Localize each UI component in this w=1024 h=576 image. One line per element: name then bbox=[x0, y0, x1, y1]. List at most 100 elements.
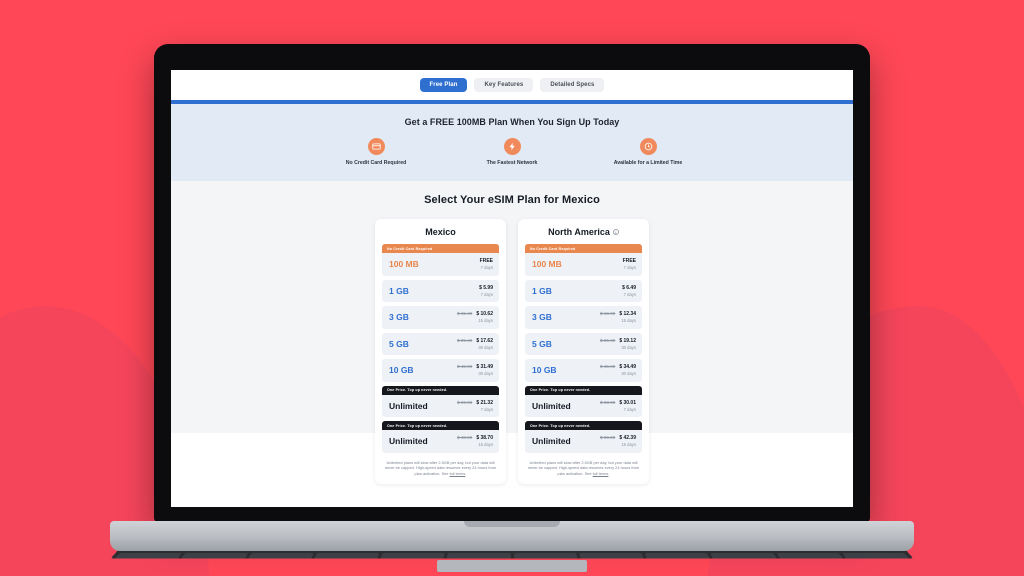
plan-row[interactable]: 5 GB $ 25.49 $ 17.62 30 days bbox=[382, 332, 499, 355]
plan-row-body[interactable]: 1 GB $ 5.99 7 days bbox=[382, 279, 499, 302]
plan-price-line: $ 45.99 $ 34.49 bbox=[600, 364, 636, 370]
full-terms-link[interactable]: full terms bbox=[450, 471, 466, 476]
plan-duration: 7 days bbox=[480, 291, 493, 297]
plan-price-block: $ 6.49 7 days bbox=[622, 285, 636, 298]
plan-row[interactable]: One Price. Top up never needed. Unlimited… bbox=[382, 385, 499, 417]
plan-data-amount: 5 GB bbox=[389, 338, 409, 349]
plan-row-body[interactable]: 1 GB $ 6.49 7 days bbox=[525, 279, 642, 302]
plan-duration: 7 days bbox=[623, 265, 636, 271]
plan-row-body[interactable]: 5 GB $ 25.49 $ 17.62 30 days bbox=[382, 332, 499, 355]
plan-card-title: Mexico bbox=[382, 227, 499, 237]
plan-price-line: $ 25.49 $ 17.62 bbox=[457, 338, 493, 344]
plan-row[interactable]: One Price. Top up never needed. Unlimited… bbox=[525, 385, 642, 417]
disclaimer-text-end: . bbox=[465, 471, 467, 477]
plan-row-body[interactable]: Unlimited $ 48.99 $ 38.70 15 days bbox=[382, 430, 499, 453]
promo-item-label: Available for a Limited Time bbox=[613, 160, 683, 166]
plan-row-body[interactable]: 100 MB FREE 7 days bbox=[382, 253, 499, 276]
tab-free-plan[interactable]: Free Plan bbox=[419, 78, 468, 92]
plan-price-line: $ 45.99 $ 31.49 bbox=[457, 364, 493, 370]
keyboard-key bbox=[644, 553, 711, 559]
plan-price-original: $ 33.99 bbox=[599, 399, 616, 405]
plan-price-block: $ 59.99 $ 42.39 15 days bbox=[600, 435, 636, 448]
plan-duration: 15 days bbox=[621, 442, 636, 448]
plan-duration: 7 days bbox=[480, 265, 493, 271]
plan-duration: 30 days bbox=[621, 344, 636, 350]
plan-data-amount: 3 GB bbox=[389, 312, 409, 323]
plan-price-current: $ 21.32 bbox=[476, 399, 493, 406]
plan-price-original: $ 59.99 bbox=[599, 435, 616, 440]
plan-data-amount: 10 GB bbox=[389, 365, 414, 376]
plan-row-body[interactable]: Unlimited $ 26.99 $ 21.32 7 days bbox=[382, 394, 499, 417]
lightning-bolt-icon bbox=[503, 138, 521, 155]
full-terms-link[interactable]: full terms bbox=[593, 471, 609, 476]
plan-price-original: $ 45.99 bbox=[599, 364, 616, 369]
plan-duration: 30 days bbox=[478, 371, 493, 377]
plan-price-block: FREE 7 days bbox=[480, 258, 493, 271]
plan-data-amount: Unlimited bbox=[532, 400, 571, 411]
plan-price-original: $ 45.99 bbox=[456, 364, 473, 369]
disclaimer-text: Unlimited plans will slow after 2.5GB pe… bbox=[527, 459, 640, 477]
plan-price-block: FREE 7 days bbox=[623, 258, 636, 271]
plan-row[interactable]: 10 GB $ 45.99 $ 31.49 30 days bbox=[382, 359, 499, 382]
plan-row[interactable]: 5 GB $ 25.49 $ 19.12 30 days bbox=[525, 332, 642, 355]
plan-price-block: $ 25.49 $ 19.12 30 days bbox=[600, 338, 636, 351]
plan-price-original: $ 25.49 bbox=[456, 337, 473, 343]
page-title: Select Your eSIM Plan for Mexico bbox=[424, 194, 600, 206]
plan-duration: 15 days bbox=[478, 442, 493, 448]
clock-icon bbox=[639, 138, 657, 155]
plan-row[interactable]: One Price. Top up never needed. Unlimited… bbox=[382, 421, 499, 453]
plan-row-body[interactable]: 3 GB $ 15.49 $ 10.62 15 days bbox=[382, 306, 499, 329]
plan-row[interactable]: 10 GB $ 45.99 $ 34.49 30 days bbox=[525, 359, 642, 382]
plan-row[interactable]: 1 GB $ 5.99 7 days bbox=[382, 279, 499, 302]
plan-price-block: $ 15.49 $ 10.62 15 days bbox=[457, 311, 493, 324]
promo-item-label: No Credit Card Required bbox=[345, 160, 407, 166]
plan-price-block: $ 33.99 $ 30.01 7 days bbox=[600, 400, 636, 413]
plan-card-mexico: Mexico No Credit Card Required 100 MB FREE 7… bbox=[375, 219, 506, 485]
keyboard-key bbox=[380, 553, 445, 559]
promo-item-2: The Fastest Network bbox=[458, 138, 566, 166]
promo-item-3: Available for a Limited Time bbox=[594, 138, 702, 166]
keyboard-key bbox=[113, 553, 183, 559]
plan-row-body[interactable]: 10 GB $ 45.99 $ 31.49 30 days bbox=[382, 359, 499, 382]
plan-row-body[interactable]: 3 GB $ 16.99 $ 12.34 15 days bbox=[525, 306, 642, 329]
plan-row[interactable]: 3 GB $ 15.49 $ 10.62 15 days bbox=[382, 306, 499, 329]
plan-ribbon: No Credit Card Required bbox=[525, 244, 642, 253]
plan-row-body[interactable]: 100 MB FREE 7 days bbox=[525, 253, 642, 276]
plan-row[interactable]: 3 GB $ 16.99 $ 12.34 15 days bbox=[525, 306, 642, 329]
keyboard-key bbox=[313, 553, 380, 559]
keyboard-key bbox=[841, 553, 911, 559]
plan-ribbon: One Price. Top up never needed. bbox=[382, 385, 499, 395]
tab-detailed-specs[interactable]: Detailed Specs bbox=[540, 78, 605, 92]
plan-price-block: $ 25.49 $ 17.62 30 days bbox=[457, 338, 493, 351]
plan-price-current: FREE bbox=[622, 258, 636, 264]
plan-price-line: $ 59.99 $ 42.39 bbox=[600, 435, 636, 441]
laptop-mockup: Free Plan Key Features Detailed Specs Get … bbox=[0, 0, 1024, 576]
plan-price-line: $ 5.99 bbox=[479, 285, 493, 291]
plan-data-amount: 10 GB bbox=[532, 365, 557, 376]
plan-duration: 7 days bbox=[623, 406, 636, 412]
plan-row-body[interactable]: 5 GB $ 25.49 $ 19.12 30 days bbox=[525, 332, 642, 355]
plan-row-body[interactable]: Unlimited $ 33.99 $ 30.01 7 days bbox=[525, 394, 642, 417]
plan-price-original: $ 25.49 bbox=[599, 337, 616, 343]
plan-price-block: $ 45.99 $ 31.49 30 days bbox=[457, 364, 493, 377]
plan-row[interactable]: 1 GB $ 6.49 7 days bbox=[525, 279, 642, 302]
plan-row-body[interactable]: Unlimited $ 59.99 $ 42.39 15 days bbox=[525, 430, 642, 453]
plan-row[interactable]: One Price. Top up never needed. Unlimited… bbox=[525, 421, 642, 453]
plan-price-current: FREE bbox=[479, 258, 493, 264]
info-icon[interactable]: i bbox=[612, 229, 619, 235]
tab-key-features[interactable]: Key Features bbox=[474, 78, 534, 92]
plan-price-block: $ 5.99 7 days bbox=[479, 285, 493, 298]
plan-data-amount: 100 MB bbox=[532, 259, 562, 270]
plan-price-block: $ 26.99 $ 21.32 7 days bbox=[457, 400, 493, 413]
plan-card-title-text: Mexico bbox=[425, 227, 456, 237]
plan-duration: 7 days bbox=[480, 406, 493, 412]
plan-price-block: $ 16.99 $ 12.34 15 days bbox=[600, 311, 636, 324]
laptop-base bbox=[110, 521, 914, 551]
plan-row[interactable]: No Credit Card Required 100 MB FREE 7 days bbox=[382, 244, 499, 276]
plan-price-line: $ 25.49 $ 19.12 bbox=[600, 338, 636, 344]
plan-row[interactable]: No Credit Card Required 100 MB FREE 7 days bbox=[525, 244, 642, 276]
plan-price-line: $ 33.99 $ 30.01 bbox=[600, 400, 636, 406]
keyboard-key bbox=[446, 553, 511, 559]
plan-row-body[interactable]: 10 GB $ 45.99 $ 34.49 30 days bbox=[525, 359, 642, 382]
plan-price-original: $ 16.99 bbox=[599, 311, 616, 316]
